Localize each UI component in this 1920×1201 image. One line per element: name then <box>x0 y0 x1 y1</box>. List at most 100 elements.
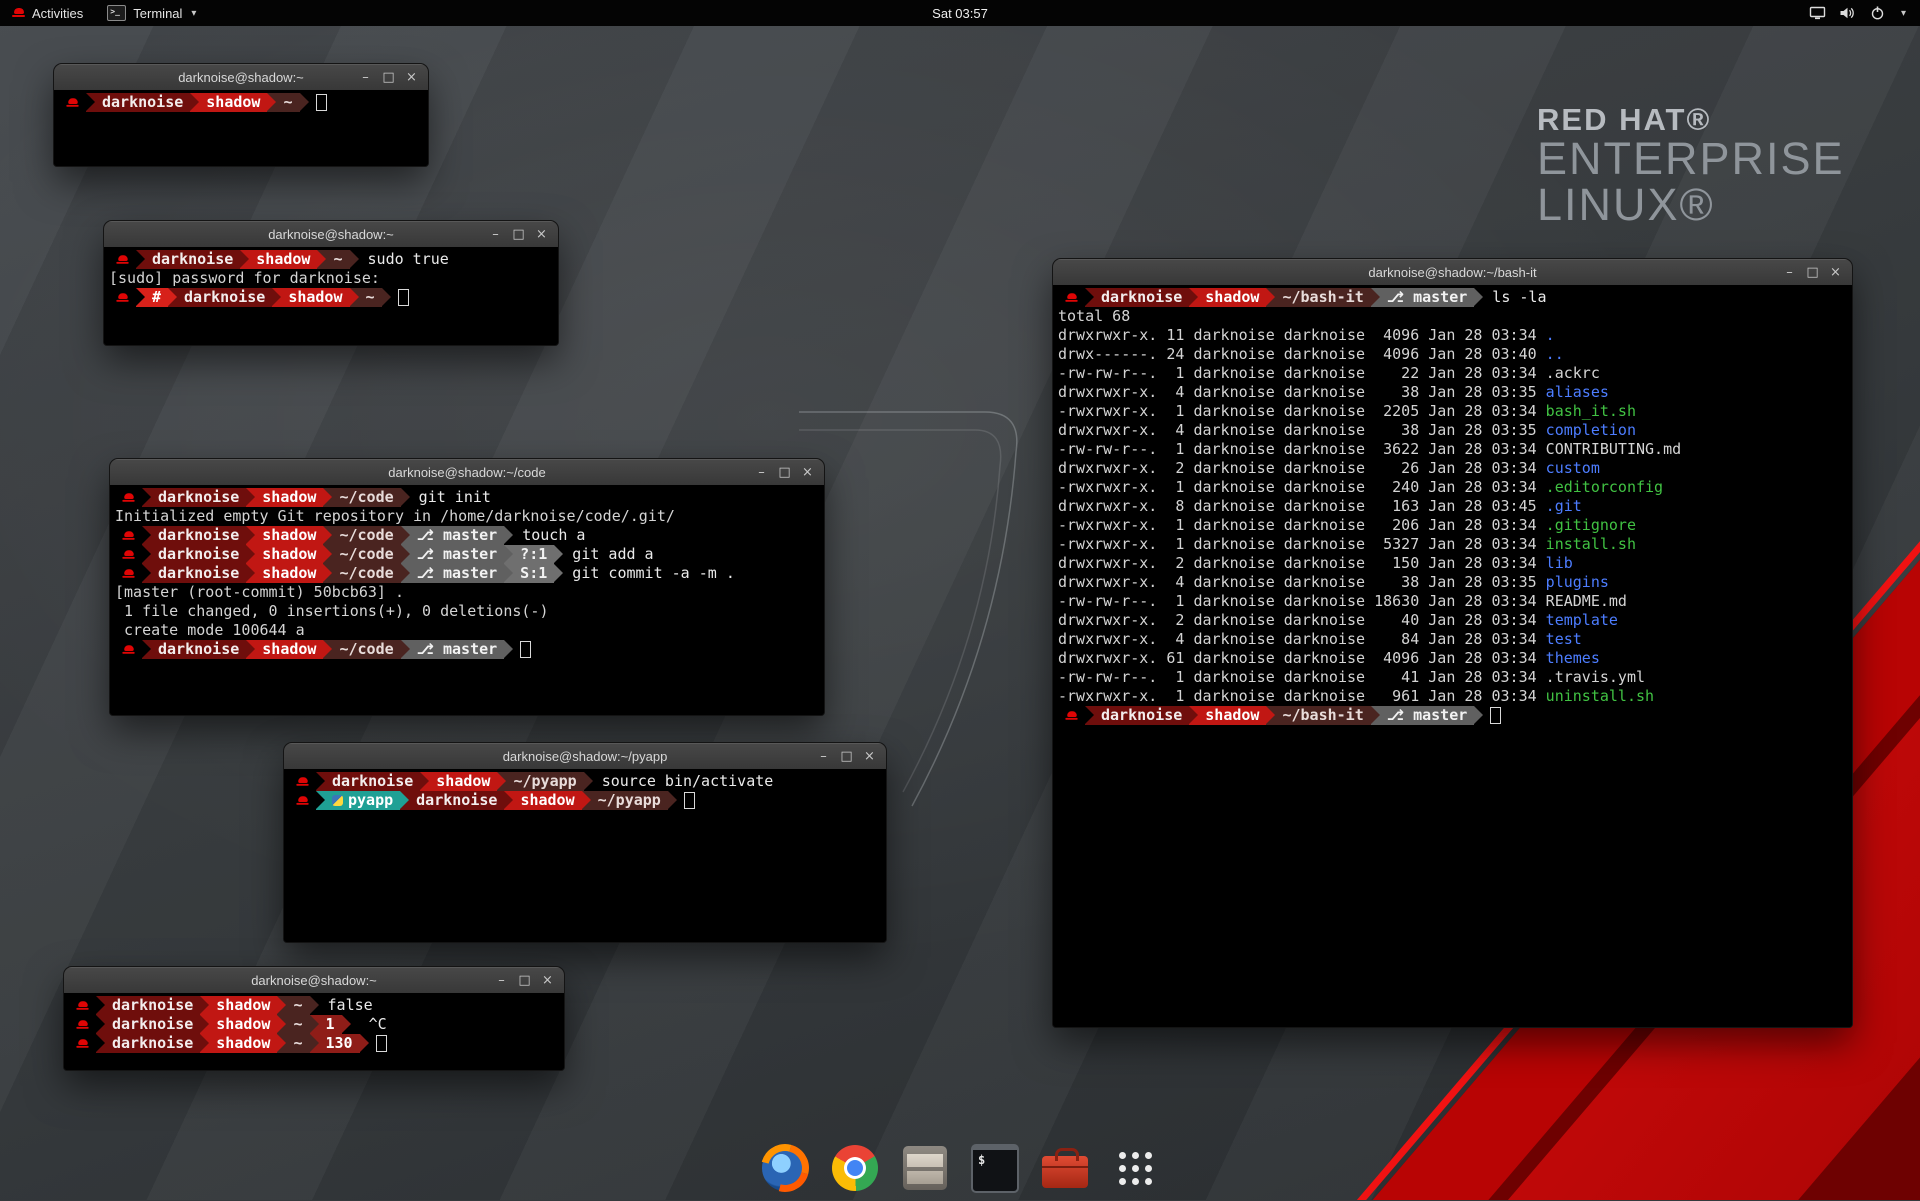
terminal-line: darknoiseshadow~/bash-it⎇ master <box>1058 706 1847 725</box>
powerline-separator <box>200 1015 209 1034</box>
prompt-segment-p: ~ <box>286 996 309 1015</box>
powerline-separator <box>96 1015 105 1034</box>
terminal-text: lib <box>1546 554 1573 573</box>
terminal-line: create mode 100644 a <box>115 621 819 640</box>
window-titlebar[interactable]: darknoise@shadow:~/pyapp – □ × <box>284 743 886 770</box>
powerline-separator <box>582 791 591 810</box>
powerline-separator <box>1474 288 1483 307</box>
powerline-separator <box>504 564 513 583</box>
maximize-button[interactable]: □ <box>1802 262 1823 283</box>
prompt-segment-u: darknoise <box>1094 288 1189 307</box>
powerline-separator <box>1085 288 1094 307</box>
terminal-line: drwxrwxr-x. 4 darknoise darknoise 84 Jan… <box>1058 630 1847 649</box>
prompt-segment-s: S:1 <box>513 564 554 583</box>
powerline-separator <box>1266 288 1275 307</box>
close-button[interactable]: × <box>797 462 818 483</box>
chrome-launcher[interactable] <box>831 1144 879 1192</box>
terminal-content[interactable]: darknoiseshadow~ <box>54 90 428 166</box>
files-launcher[interactable] <box>901 1144 949 1192</box>
terminal-line: -rwxrwxr-x. 1 darknoise darknoise 961 Ja… <box>1058 687 1847 706</box>
terminal-window-3[interactable]: darknoise@shadow:~/code – □ × darknoise s… <box>110 459 824 715</box>
terminal-line: total 68 <box>1058 307 1847 326</box>
powerline-separator <box>350 288 359 307</box>
terminal-window-4[interactable]: darknoise@shadow:~/pyapp – □ × darknoise… <box>284 743 886 942</box>
terminal-cursor <box>316 94 327 111</box>
prompt-segment-g: ⎇ master <box>410 526 505 545</box>
powerline-separator <box>272 288 281 307</box>
app-menu-terminal[interactable]: >_ Terminal ▾ <box>95 0 208 26</box>
terminal-line: [sudo] password for darknoise: <box>109 269 553 288</box>
powerline-separator <box>504 791 513 810</box>
powerline-separator <box>136 288 145 307</box>
redhat-icon <box>122 550 134 560</box>
terminal-window-2[interactable]: darknoise@shadow:~ – □ × darknoiseshadow… <box>104 221 558 345</box>
window-titlebar[interactable]: darknoise@shadow:~ – □ × <box>64 967 564 994</box>
terminal-content[interactable]: darknoiseshadow~/pyapp source bin/activa… <box>284 769 886 942</box>
system-status-area[interactable]: ▾ <box>1809 0 1920 26</box>
minimize-button[interactable]: – <box>485 224 506 245</box>
terminal-launcher[interactable]: $ <box>971 1144 1019 1192</box>
close-button[interactable]: × <box>531 224 552 245</box>
close-button[interactable]: × <box>1825 262 1846 283</box>
prompt-distro-icon <box>59 93 86 112</box>
terminal-line: drwxrwxr-x. 61 darknoise darknoise 4096 … <box>1058 649 1847 668</box>
clock-label[interactable]: Sat 03:57 <box>932 6 988 21</box>
maximize-button[interactable]: □ <box>378 67 399 88</box>
terminal-text: drwxrwxr-x. 4 darknoise darknoise 38 Jan… <box>1058 421 1546 440</box>
minimize-button[interactable]: – <box>491 970 512 991</box>
terminal-window-bashit[interactable]: darknoise@shadow:~/bash-it – □ × darknoi… <box>1053 259 1852 1027</box>
activities-button[interactable]: Activities <box>0 0 95 26</box>
toolbox-launcher[interactable] <box>1041 1144 1089 1192</box>
prompt-segment-e: 1 <box>319 1015 342 1034</box>
terminal-text: .ackrc <box>1546 364 1600 383</box>
minimize-button[interactable]: – <box>1779 262 1800 283</box>
prompt-segment-p: ~ <box>286 1034 309 1053</box>
terminal-window-1[interactable]: darknoise@shadow:~ – □ × darknoiseshadow… <box>54 64 428 166</box>
minimize-button[interactable]: – <box>751 462 772 483</box>
redhat-icon <box>296 796 308 806</box>
terminal-line: drwxrwxr-x. 2 darknoise darknoise 40 Jan… <box>1058 611 1847 630</box>
terminal-line: [master (root-commit) 50bcb63] . <box>115 583 819 602</box>
minimize-button[interactable]: – <box>813 746 834 767</box>
terminal-line: drwxrwxr-x. 2 darknoise darknoise 26 Jan… <box>1058 459 1847 478</box>
maximize-button[interactable]: □ <box>514 970 535 991</box>
window-titlebar[interactable]: darknoise@shadow:~ – □ × <box>54 64 428 91</box>
window-titlebar[interactable]: darknoise@shadow:~ – □ × <box>104 221 558 248</box>
terminal-window-5[interactable]: darknoise@shadow:~ – □ × darknoiseshadow… <box>64 967 564 1070</box>
powerline-separator <box>96 1034 105 1053</box>
maximize-button[interactable]: □ <box>774 462 795 483</box>
terminal-app-icon: >_ <box>107 5 126 21</box>
prompt-segment-h: shadow <box>1198 288 1266 307</box>
close-button[interactable]: × <box>537 970 558 991</box>
powerline-separator <box>142 564 151 583</box>
powerline-separator <box>504 640 513 659</box>
terminal-content[interactable]: darknoiseshadow~ sudo true[sudo] passwor… <box>104 247 558 345</box>
show-apps-button[interactable] <box>1111 1144 1159 1192</box>
maximize-button[interactable]: □ <box>508 224 529 245</box>
terminal-content[interactable]: darknoiseshadow~ falsedarknoiseshadow~1 … <box>64 993 564 1070</box>
powerline-separator <box>240 250 249 269</box>
chrome-icon <box>832 1145 878 1191</box>
close-button[interactable]: × <box>401 67 422 88</box>
minimize-button[interactable]: – <box>355 67 376 88</box>
close-button[interactable]: × <box>859 746 880 767</box>
firefox-launcher[interactable] <box>761 1144 809 1192</box>
terminal-content[interactable]: darknoiseshadow~/code git initInitialize… <box>110 485 824 715</box>
powerline-separator <box>96 996 105 1015</box>
maximize-button[interactable]: □ <box>836 746 857 767</box>
redhat-icon <box>122 569 134 579</box>
prompt-segment-h: shadow <box>255 526 323 545</box>
terminal-text: [master (root-commit) 50bcb63] . <box>115 583 404 602</box>
window-titlebar[interactable]: darknoise@shadow:~/bash-it – □ × <box>1053 259 1852 286</box>
terminal-content[interactable]: darknoiseshadow~/bash-it⎇ master ls -lat… <box>1053 285 1852 1027</box>
terminal-text: themes <box>1546 649 1600 668</box>
powerline-separator <box>400 791 409 810</box>
terminal-text: drwxrwxr-x. 11 darknoise darknoise 4096 … <box>1058 326 1546 345</box>
prompt-segment-u: darknoise <box>151 640 246 659</box>
terminal-text: plugins <box>1546 573 1609 592</box>
terminal-line: drwxrwxr-x. 4 darknoise darknoise 38 Jan… <box>1058 421 1847 440</box>
window-titlebar[interactable]: darknoise@shadow:~/code – □ × <box>110 459 824 486</box>
terminal-text: -rw-rw-r--. 1 darknoise darknoise 18630 … <box>1058 592 1546 611</box>
terminal-cursor <box>398 289 409 306</box>
window-title: darknoise@shadow:~ <box>64 973 564 988</box>
